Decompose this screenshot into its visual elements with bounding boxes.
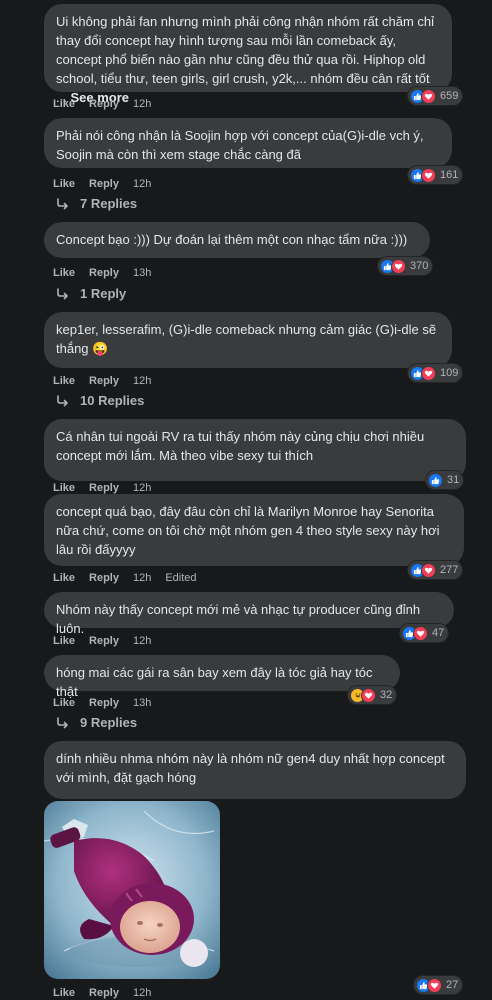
like-button[interactable]: Like: [53, 986, 75, 1000]
reaction-summary[interactable]: 27: [414, 976, 463, 994]
like-button[interactable]: Like: [53, 177, 75, 191]
view-replies-link[interactable]: 1 Reply: [56, 286, 126, 301]
comment-text: dính nhiều nhma nhóm này là nhóm nữ gen4…: [56, 751, 445, 785]
comment-text: concept quá bạo, đây đâu còn chỉ là Mari…: [56, 504, 440, 557]
comment-text: Phải nói công nhận là Soojin hợp với con…: [56, 128, 424, 162]
reply-button[interactable]: Reply: [89, 696, 119, 710]
timestamp: 12h: [132, 635, 152, 647]
like-button[interactable]: Like: [53, 696, 75, 710]
comment-bubble: kep1er, lesserafim, (G)i-dle comeback nh…: [44, 312, 452, 368]
reaction-summary[interactable]: 277: [408, 561, 463, 579]
comment-bubble: Nhóm này thấy concept mới mẻ và nhạc tự …: [44, 592, 454, 636]
comment-bubble: Cá nhân tui ngoài RV ra tui thấy nhóm nà…: [44, 419, 466, 481]
timestamp: 12h: [132, 987, 152, 999]
comment-text: Cá nhân tui ngoài RV ra tui thấy nhóm nà…: [56, 429, 425, 463]
replies-count: 1 Reply: [80, 286, 127, 301]
heart-icon: [421, 365, 436, 381]
comment-text: Concept bạo :))) Dự đoán lại thêm một co…: [56, 232, 408, 247]
timestamp: 12h: [132, 178, 152, 190]
comment-text: kep1er, lesserafim, (G)i-dle comeback nh…: [56, 322, 437, 356]
reaction-count: 161: [440, 169, 459, 181]
replies-count: 9 Replies: [80, 715, 138, 730]
view-replies-link[interactable]: 9 Replies: [56, 715, 137, 730]
timestamp: 12h: [132, 482, 152, 494]
reply-button[interactable]: Reply: [89, 177, 119, 191]
reaction-count: 109: [440, 367, 459, 379]
thumbs-up-icon: [428, 472, 443, 488]
comment-photo[interactable]: [44, 801, 220, 979]
reaction-summary[interactable]: 109: [408, 364, 463, 382]
like-button[interactable]: Like: [53, 374, 75, 388]
comment-actions: Like Reply 12h: [53, 481, 165, 495]
comment-bubble: Phải nói công nhận là Soojin hợp với con…: [44, 118, 452, 168]
reaction-count: 31: [447, 474, 460, 486]
like-button[interactable]: Like: [53, 571, 75, 585]
reply-button[interactable]: Reply: [89, 634, 119, 648]
edited-label: Edited: [165, 572, 197, 584]
comment-actions: Like Reply 13h: [53, 266, 165, 280]
heart-icon: [361, 687, 376, 703]
replies-count: 10 Replies: [80, 393, 145, 408]
comment-actions: Like Reply 12h: [53, 986, 165, 1000]
heart-icon: [421, 167, 436, 183]
view-replies-link[interactable]: 7 Replies: [56, 196, 137, 211]
timestamp: 12h: [132, 98, 152, 110]
view-replies-link[interactable]: 10 Replies: [56, 393, 144, 408]
timestamp: 13h: [132, 697, 152, 709]
comment-bubble: concept quá bạo, đây đâu còn chỉ là Mari…: [44, 494, 464, 566]
heart-icon: [427, 977, 442, 993]
reaction-summary[interactable]: 161: [408, 166, 463, 184]
reaction-summary[interactable]: 31: [426, 471, 464, 489]
comment-bubble: Ui không phải fan nhưng mình phải công n…: [44, 4, 452, 105]
comment-actions: Like Reply 12h: [53, 374, 165, 388]
reply-button[interactable]: Reply: [89, 266, 119, 280]
reply-button[interactable]: Reply: [89, 481, 119, 495]
heart-icon: [421, 562, 436, 578]
comment-bubble: Concept bạo :))) Dự đoán lại thêm một co…: [44, 222, 430, 258]
heart-icon: [391, 258, 406, 274]
comment-bubble: dính nhiều nhma nhóm này là nhóm nữ gen4…: [44, 741, 466, 799]
like-button[interactable]: Like: [53, 97, 75, 111]
like-button[interactable]: Like: [53, 634, 75, 648]
timestamp: 12h: [132, 572, 152, 584]
winking-face-emoji: 😜: [92, 341, 109, 356]
reply-button[interactable]: Reply: [89, 97, 119, 111]
photo-cartoon-child-on-ice: [44, 801, 220, 979]
comment-bubble: hóng mai các gái ra sân bay xem đây là t…: [44, 655, 400, 699]
reaction-summary[interactable]: 47: [400, 624, 449, 642]
comment-actions: Like Reply 12h Edited: [53, 571, 197, 585]
reaction-count: 27: [446, 979, 459, 991]
reaction-count: 370: [410, 260, 429, 272]
reply-arrow-icon: [56, 288, 70, 300]
comment-actions: Like Reply 12h: [53, 177, 165, 191]
timestamp: 13h: [132, 267, 152, 279]
timestamp: 12h: [132, 375, 152, 387]
comment-actions: Like Reply 12h: [53, 634, 165, 648]
replies-count: 7 Replies: [80, 196, 138, 211]
reaction-count: 32: [380, 689, 393, 701]
reply-button[interactable]: Reply: [89, 374, 119, 388]
like-button[interactable]: Like: [53, 481, 75, 495]
reply-arrow-icon: [56, 198, 70, 210]
comment-actions: Like Reply 13h: [53, 696, 165, 710]
reaction-count: 277: [440, 564, 459, 576]
heart-icon: [421, 88, 436, 104]
comment-text: Nhóm này thấy concept mới mẻ và nhạc tự …: [56, 602, 421, 636]
comment-actions: Like Reply 12h: [53, 97, 165, 111]
reaction-count: 47: [432, 627, 445, 639]
reply-arrow-icon: [56, 395, 70, 407]
heart-icon: [413, 625, 428, 641]
reaction-summary[interactable]: 370: [378, 257, 433, 275]
reply-button[interactable]: Reply: [89, 986, 119, 1000]
reaction-summary[interactable]: 32: [348, 686, 397, 704]
reply-button[interactable]: Reply: [89, 571, 119, 585]
like-button[interactable]: Like: [53, 266, 75, 280]
reaction-summary[interactable]: 659: [408, 87, 463, 105]
reaction-count: 659: [440, 90, 459, 102]
reply-arrow-icon: [56, 717, 70, 729]
